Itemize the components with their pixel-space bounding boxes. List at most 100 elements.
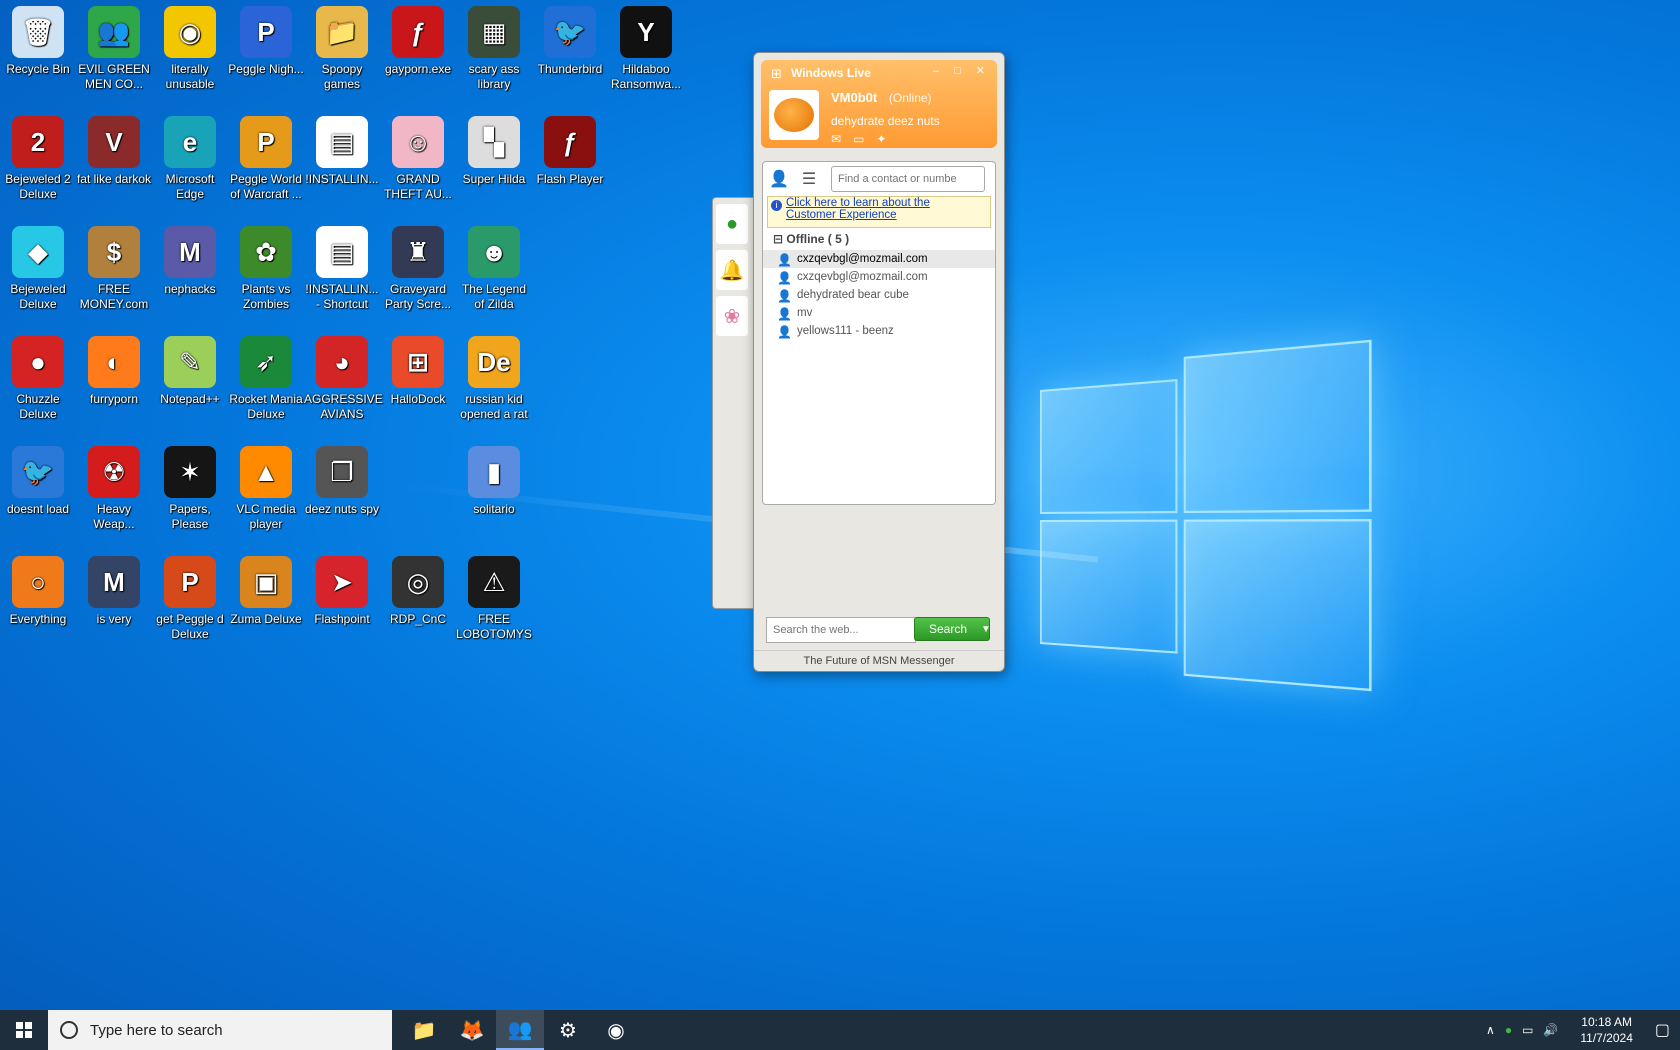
customer-experience-banner[interactable]: i Click here to learn about the Customer… [767,196,991,228]
add-contact-icon[interactable]: 👤 [767,169,791,189]
desktop-icon[interactable]: ➶ Rocket Mania Deluxe [228,330,304,422]
desktop-icon[interactable]: ♜ Graveyard Party Scre... [380,220,456,312]
file-explorer-icon[interactable]: 📁 [400,1010,448,1050]
start-button[interactable] [0,1010,48,1050]
offline-group-header[interactable]: ⊟ Offline ( 5 ) [763,228,995,250]
app-icon: ▲ [240,446,292,498]
web-search-input[interactable] [766,617,916,643]
firefox-icon[interactable]: 🦊 [448,1010,496,1050]
desktop-icon[interactable]: $ FREE MONEY.com [76,220,152,312]
desktop-icon[interactable]: ◐ furryporn [76,330,152,407]
status-label[interactable]: (Online) [889,91,932,105]
desktop-icon[interactable]: ◎ RDP_CnC [380,550,456,627]
desktop-icon[interactable]: ○ Everything [0,550,76,627]
desktop-icon[interactable]: De russian kid opened a rat [456,330,532,422]
banner-line-2[interactable]: Customer Experience [786,209,990,221]
chevron-up-icon[interactable]: ∧ [1486,1023,1495,1037]
clock-date: 11/7/2024 [1580,1031,1633,1045]
app-icon: ☻ [468,226,520,278]
taskbar-apps: 📁 🦊 👥 ⚙ ◉ [400,1010,640,1050]
desktop-icon[interactable]: e Microsoft Edge [152,110,228,202]
contact-row[interactable]: 👤 yellows111 - beenz [763,322,995,340]
network-icon[interactable]: ▭ [1522,1023,1533,1037]
settings-icon[interactable]: ⚙ [544,1010,592,1050]
messenger-icon[interactable]: 👥 [496,1010,544,1050]
contact-row[interactable]: 👤 cxzqevbgl@mozmail.com [763,250,995,268]
desktop-icon[interactable]: Mis very [76,550,152,627]
mail-icon[interactable]: ✉ [831,132,853,146]
desktop-icon[interactable]: ◉ literally unusable [152,0,228,92]
desktop-icon[interactable]: ✎ Notepad++ [152,330,228,407]
volume-icon[interactable]: 🔊 [1543,1023,1558,1037]
desktop-icon[interactable]: ⊞ HalloDock [380,330,456,407]
desktop-icon[interactable]: 2 Bejeweled 2 Deluxe [0,110,76,202]
window-controls[interactable]: – □ ✕ [933,64,991,77]
desktop-icon[interactable]: 👥 EVIL GREEN MEN CO... [76,0,152,92]
desktop-icon[interactable]: ⚠ FREE LOBOTOMYS [456,550,532,642]
windows-logo-wallpaper [1040,339,1372,710]
contact-row[interactable]: 👤 cxzqevbgl@mozmail.com [763,268,995,286]
desktop-icon[interactable]: Y Hildaboo Ransomwa... [608,0,684,92]
taskbar-search-box[interactable]: Type here to search [48,1010,392,1050]
collapse-icon[interactable]: ⊟ [773,232,783,246]
desktop-icon[interactable]: 🐦 doesnt load [0,440,76,517]
desktop-icon[interactable]: 🐦 Thunderbird [532,0,608,77]
desktop-icon[interactable]: ✶ Papers, Please [152,440,228,532]
notifications-icon[interactable]: ▢ [1655,1020,1670,1040]
alerts-bell-icon[interactable]: 🔔 [716,250,748,290]
chrome-icon[interactable]: ◉ [592,1010,640,1050]
app-icon: ✶ [164,446,216,498]
desktop-icon[interactable]: ☺ GRAND THEFT AU... [380,110,456,202]
gallery-tab-icon[interactable]: ❀ [716,296,748,336]
clock[interactable]: 10:18 AM 11/7/2024 [1580,1014,1633,1046]
username-display[interactable]: VM0b0t (Online) [831,90,932,105]
desktop-icon[interactable]: ▣ Zuma Deluxe [228,550,304,627]
desktop-icon[interactable]: ▦ scary ass library [456,0,532,92]
share-icon[interactable]: ✦ [876,132,898,146]
desktop-icon-label: Plants vs Zombies [241,282,291,311]
chevron-down-icon[interactable]: ▼ [981,624,991,635]
desktop-icon[interactable]: ● Chuzzle Deluxe [0,330,76,422]
desktop-icon[interactable]: ☻ The Legend of Zilda [456,220,532,312]
desktop-icon[interactable]: ▮ solitario [456,440,532,517]
desktop-icon[interactable]: ▲ VLC media player [228,440,304,532]
desktop-icon[interactable]: Mnephacks [152,220,228,297]
desktop-icon[interactable]: ƒ Flash Player [532,110,608,187]
desktop-icon[interactable]: P Peggle World of Warcraft ... [228,110,304,202]
desktop-icon-label: is very [96,612,132,626]
desktop-icon[interactable]: ✿ Plants vs Zombies [228,220,304,312]
offline-person-icon: 👤 [777,253,792,267]
avatar[interactable] [769,90,819,140]
desktop-icon[interactable]: ◕ AGGRESSIVE AVIANS [304,330,383,422]
desktop-icon[interactable]: ➤ Flashpoint [304,550,380,627]
messenger-side-tabs: ● 🔔 ❀ [712,197,753,609]
desktop-icon[interactable]: ❐ deez nuts spy [304,440,380,517]
search-button[interactable]: Search ▼ [914,617,991,641]
desktop-icon[interactable]: Pget Peggle d Deluxe [152,550,228,642]
list-options-icon[interactable]: ☰ [797,169,821,189]
personal-message[interactable]: dehydrate deez nuts [831,114,940,128]
app-icon: ▤ [316,226,368,278]
desktop-icon[interactable]: Vfat like darkok [76,110,152,187]
desktop-icon-label: Heavy Weap... [93,502,135,531]
desktop-icon[interactable]: ▤ !INSTALLIN... [304,110,380,187]
desktop-icon[interactable]: ▚ Super Hilda [456,110,532,187]
desktop-icon[interactable]: ▤ !INSTALLIN... - Shortcut [304,220,380,312]
desktop-icon[interactable]: ƒ gayporn.exe [380,0,456,77]
find-contact-input[interactable] [831,166,985,192]
desktop-icon[interactable]: 🗑 Recycle Bin [0,0,76,77]
app-icon: e [164,116,216,168]
contact-row[interactable]: 👤 mv [763,304,995,322]
desktop-icon-label: Recycle Bin [6,62,70,76]
desktop-icon[interactable]: ◆ Bejeweled Deluxe [0,220,76,312]
desktop-icon[interactable]: ☢ Heavy Weap... [76,440,152,532]
contact-row[interactable]: 👤 dehydrated bear cube [763,286,995,304]
messenger-tray-icon[interactable]: ● [1505,1023,1512,1037]
app-icon: ▦ [468,6,520,58]
desktop-icon[interactable]: P Peggle Nigh... [228,0,304,77]
contacts-tab-icon[interactable]: ● [716,204,748,244]
banner-line-1[interactable]: Click here to learn about the [786,197,990,209]
folder-icon[interactable]: ▭ [853,132,876,146]
windows-start-icon [16,1022,32,1038]
desktop-icon[interactable]: 📁 Spoopy games [304,0,380,92]
